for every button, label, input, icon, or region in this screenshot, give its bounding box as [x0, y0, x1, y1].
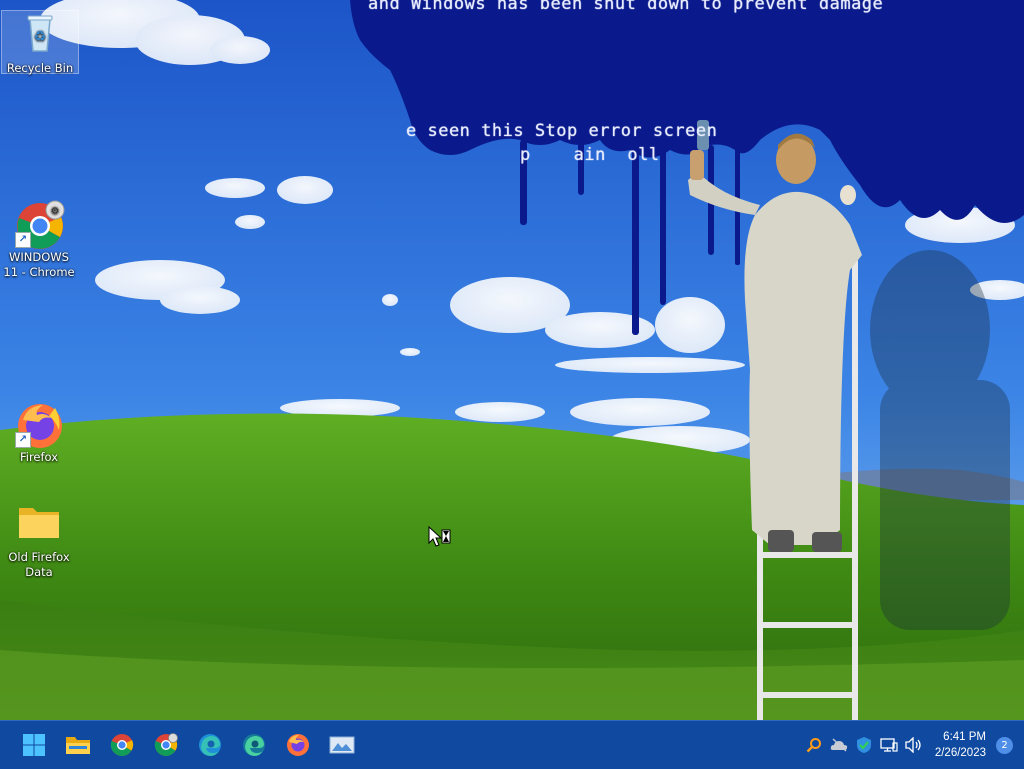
start-button[interactable]: [14, 725, 54, 765]
chrome-icon: [110, 734, 134, 756]
volume-icon[interactable]: [903, 734, 925, 756]
desktop-wallpaper: and Windows has been shut down to preven…: [0, 0, 1024, 720]
shortcut-arrow-icon: ↗: [15, 432, 31, 448]
system-tray: 6:41 PM 2/26/2023 2: [802, 721, 1024, 769]
taskbar-edge[interactable]: [190, 725, 230, 765]
taskbar-firefox[interactable]: [278, 725, 318, 765]
onedrive-icon[interactable]: [828, 734, 850, 756]
taskbar-apps: [12, 725, 364, 765]
desktop-icon-label: Firefox: [19, 450, 59, 464]
taskbar-chrome[interactable]: [102, 725, 142, 765]
notification-badge[interactable]: 2: [996, 736, 1013, 754]
bsod-line-3: p ain oll: [520, 145, 660, 165]
svg-text:⚙: ⚙: [51, 206, 60, 217]
recycle-bin-icon: ♻: [16, 11, 64, 59]
start-icon: [23, 734, 45, 756]
chrome-icon: ⚙ ↗: [15, 200, 65, 249]
network-icon[interactable]: [878, 734, 900, 756]
bsod-line-2: e seen this Stop error screen: [406, 121, 718, 141]
firefox-icon: ↗: [15, 400, 63, 448]
clock-date: 2/26/2023: [934, 747, 986, 759]
svg-text:♻: ♻: [34, 29, 47, 45]
desktop-icon-recycle-bin[interactable]: ♻ Recycle Bin: [1, 10, 79, 75]
search-icon[interactable]: [803, 734, 825, 756]
desktop-icon-old-firefox-data[interactable]: Old Firefox Data: [1, 500, 77, 580]
taskbar-image-viewer[interactable]: [322, 725, 362, 765]
desktop-icon-windows11-chrome[interactable]: ⚙ ↗ WINDOWS 11 - Chrome: [1, 200, 77, 280]
image-viewer-icon: [329, 736, 355, 754]
shortcut-arrow-icon: ↗: [15, 232, 31, 248]
firefox-icon: [287, 734, 309, 756]
desktop-icon-label: WINDOWS 11 - Chrome: [3, 250, 75, 279]
security-icon[interactable]: [853, 734, 875, 756]
clock-time: 6:41 PM: [943, 731, 986, 743]
edge-dev-icon: [243, 734, 265, 756]
file-explorer-icon: [66, 737, 90, 754]
busy-cursor-icon: [428, 525, 454, 552]
desktop-icon-label: Old Firefox Data: [8, 550, 70, 579]
chrome-canary-icon: [154, 733, 178, 756]
folder-icon: [15, 500, 63, 548]
taskbar-chrome-canary[interactable]: [146, 725, 186, 765]
edge-icon: [199, 734, 221, 756]
taskbar-edge-dev[interactable]: [234, 725, 274, 765]
desktop-icon-label: Recycle Bin: [6, 61, 74, 75]
desktop-icon-firefox[interactable]: ↗ Firefox: [1, 400, 77, 465]
taskbar: 6:41 PM 2/26/2023 2: [0, 720, 1024, 769]
taskbar-clock[interactable]: 6:41 PM 2/26/2023: [935, 729, 986, 761]
taskbar-file-explorer[interactable]: [58, 725, 98, 765]
bsod-line-1: and Windows has been shut down to preven…: [368, 0, 884, 14]
